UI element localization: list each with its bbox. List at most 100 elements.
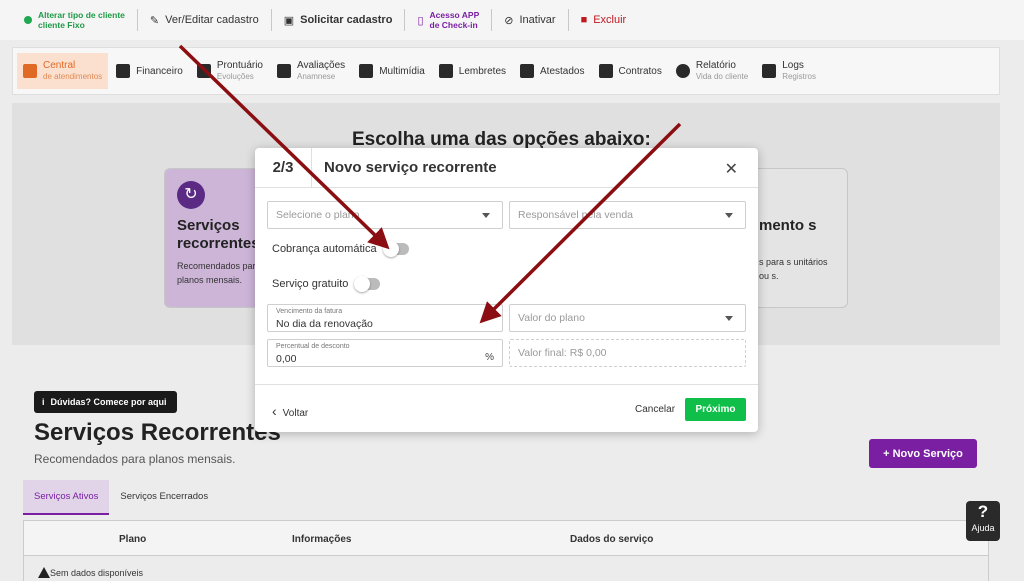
cancel-button[interactable]: Cancelar (635, 404, 675, 415)
free-service-toggle[interactable] (354, 276, 381, 292)
delete-label: Excluir (593, 14, 627, 26)
nav-logs-label: Logs (782, 60, 804, 71)
seller-select-placeholder: Responsável pela venda (518, 209, 633, 221)
nav-contratos-label: Contratos (618, 65, 662, 77)
nav-financeiro-label: Financeiro (136, 65, 183, 77)
nav-prontuario[interactable]: Prontuário Evoluções (191, 53, 269, 89)
edit-record-button[interactable]: ✎ Ver/Editar cadastro (138, 9, 272, 31)
nav-financeiro[interactable]: Financeiro (110, 53, 189, 89)
recurring-icon: ↻ (177, 181, 205, 209)
nav-logs[interactable]: Logs Registros (756, 53, 822, 89)
final-value-text: Valor final: R$ 0,00 (518, 347, 607, 359)
auto-charge-row: Cobrança automática (272, 241, 409, 257)
help-widget-button[interactable]: ? Ajuda (966, 501, 1000, 541)
back-button[interactable]: ‹ Voltar (272, 403, 308, 419)
checklist-icon (277, 64, 291, 78)
app-checkin-label: de Check-in (429, 20, 478, 30)
step-indicator: 2/3 (255, 147, 312, 188)
percent-suffix: % (485, 352, 494, 363)
plan-select[interactable]: Selecione o plano (267, 201, 503, 229)
app-checkin-button[interactable]: ▯ Acesso APP de Check-in (405, 9, 493, 31)
nav-lembretes[interactable]: Lembretes (433, 53, 512, 89)
form-icon: ▣ (283, 14, 295, 27)
modal-header: 2/3 Novo serviço recorrente ✕ (255, 147, 758, 188)
nav-relatorio[interactable]: Relatório Vida do cliente (670, 53, 754, 89)
chevron-down-icon (725, 213, 733, 218)
final-value-field: Valor final: R$ 0,00 (509, 339, 746, 367)
pencil-icon: ✎ (149, 14, 160, 27)
nav-contratos[interactable]: Contratos (593, 53, 668, 89)
delete-button[interactable]: ■ Excluir (569, 9, 639, 31)
section-nav: Central de atendimentos Financeiro Prontu… (12, 47, 1000, 95)
nav-central-sub: de atendimentos (43, 72, 103, 81)
nav-avaliacoes[interactable]: Avaliações Anamnese (271, 53, 351, 89)
warning-icon (38, 567, 50, 578)
nav-atestados-label: Atestados (540, 65, 585, 77)
discount-value: 0,00 (276, 353, 297, 365)
free-service-row: Serviço gratuito (272, 276, 381, 292)
new-recurring-service-modal: 2/3 Novo serviço recorrente ✕ Selecione … (255, 147, 758, 432)
nav-relatorio-sub: Vida do cliente (695, 72, 749, 81)
plan-select-placeholder: Selecione o plano (276, 209, 360, 221)
back-label: Voltar (282, 408, 309, 419)
card-title: mento s (759, 217, 817, 234)
tab-active-services[interactable]: Serviços Ativos (23, 480, 110, 515)
change-type-label: Alterar tipo de cliente (38, 10, 125, 20)
grid-icon (762, 64, 777, 78)
edit-record-label: Ver/Editar cadastro (165, 14, 259, 26)
nav-prontuario-sub: Evoluções (216, 72, 254, 81)
tab-closed-services[interactable]: Serviços Encerrados (109, 480, 219, 515)
service-tabs: Serviços Ativos Serviços Encerrados (23, 480, 219, 515)
discount-percent-field[interactable]: Percentual de desconto 0,00 % (267, 339, 503, 367)
plan-value-placeholder: Valor do plano (518, 312, 585, 324)
discount-label: Percentual de desconto (276, 343, 350, 350)
question-icon: ? (977, 502, 989, 521)
request-record-label: Solicitar cadastro (300, 14, 393, 26)
auto-charge-label: Cobrança automática (272, 243, 377, 255)
top-toolbar: Alterar tipo de cliente cliente Fixo ✎ V… (0, 0, 1024, 40)
chevron-left-icon: ‹ (272, 403, 277, 419)
section-subtitle: Recomendados para planos mensais. (34, 452, 236, 466)
column-header-plano[interactable]: Plano (119, 534, 146, 545)
free-service-label: Serviço gratuito (272, 278, 349, 290)
status-dot-icon (24, 16, 32, 24)
invoice-due-value: No dia da renovação (276, 318, 373, 330)
seller-select[interactable]: Responsável pela venda (509, 201, 746, 229)
help-start-button[interactable]: i Dúvidas? Comece por aqui (34, 391, 177, 413)
card-description: s para s unitários ou s. (759, 257, 828, 281)
next-button[interactable]: Próximo (685, 398, 746, 421)
nav-multimidia-label: Multimídia (379, 65, 425, 77)
chevron-down-icon (725, 316, 733, 321)
change-client-type-button[interactable]: Alterar tipo de cliente cliente Fixo (12, 9, 138, 31)
plan-value-select[interactable]: Valor do plano (509, 304, 746, 332)
invoice-due-label: Vencimento da fatura (276, 308, 343, 315)
close-icon[interactable]: ✕ (725, 159, 738, 179)
person-icon (675, 64, 690, 78)
nav-central-label: Central (43, 60, 76, 71)
new-service-button[interactable]: + Novo Serviço (869, 439, 977, 468)
column-header-informacoes[interactable]: Informações (292, 534, 351, 545)
nav-multimidia[interactable]: Multimídia (353, 53, 431, 89)
request-record-button[interactable]: ▣ Solicitar cadastro (272, 9, 406, 31)
deactivate-button[interactable]: ⊘ Inativar (492, 9, 569, 31)
nav-prontuario-label: Prontuário (216, 60, 263, 71)
section-title: Serviços Recorrentes (34, 419, 281, 446)
nav-atestados[interactable]: Atestados (514, 53, 590, 89)
auto-charge-toggle[interactable] (382, 241, 409, 257)
invoice-due-field[interactable]: Vencimento da fatura No dia da renovação (267, 304, 503, 332)
clipboard-icon (196, 64, 211, 78)
client-type-label: cliente Fixo (38, 20, 85, 30)
modal-title: Novo serviço recorrente (324, 159, 497, 176)
nav-lembretes-label: Lembretes (458, 65, 507, 77)
contract-icon (598, 64, 613, 78)
central-icon (23, 64, 37, 78)
help-start-label: Dúvidas? Comece por aqui (50, 397, 167, 407)
empty-table-row: Sem dados disponíveis (23, 556, 989, 581)
nav-relatorio-label: Relatório (695, 60, 736, 71)
nav-central[interactable]: Central de atendimentos (17, 53, 109, 89)
column-header-dados[interactable]: Dados do serviço (570, 534, 653, 545)
modal-footer: ‹ Voltar Cancelar Próximo (255, 384, 758, 432)
phone-icon: ▯ (417, 14, 424, 27)
money-icon (116, 64, 131, 78)
info-icon: i (42, 397, 45, 407)
